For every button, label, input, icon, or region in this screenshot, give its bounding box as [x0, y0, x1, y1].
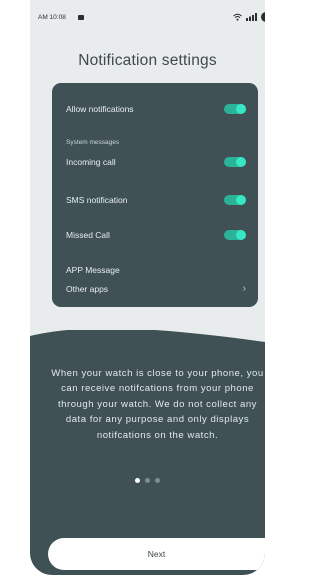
system-messages-label: System messages — [66, 139, 120, 146]
incoming-call-toggle[interactable] — [224, 157, 246, 167]
sms-notification-toggle[interactable] — [224, 195, 246, 205]
allow-notifications-label: Allow notifications — [66, 104, 134, 114]
pagination-dots — [30, 478, 265, 483]
page-title: Notification settings — [78, 52, 217, 69]
chevron-right-icon: › — [242, 283, 246, 294]
pagination-dot-3 — [155, 478, 160, 483]
missed-call-label: Missed Call — [66, 230, 110, 240]
incoming-call-label: Incoming call — [66, 157, 116, 167]
settings-card: Allow notifications System messages Inco… — [52, 83, 258, 307]
allow-notifications-toggle[interactable] — [224, 104, 246, 114]
status-time: AM 10:08 — [38, 13, 66, 21]
phone-screen: AM 10:08 Notification settings Allow not… — [30, 0, 265, 575]
description-text: When your watch is close to your phone, … — [51, 368, 264, 441]
pagination-dot-1 — [135, 478, 140, 483]
wifi-icon — [233, 13, 242, 21]
sms-notification-label: SMS notification — [66, 195, 128, 205]
status-bar: AM 10:08 — [30, 0, 265, 34]
other-apps-label: Other apps — [66, 284, 109, 294]
next-button[interactable]: Next — [48, 538, 265, 570]
app-message-label: APP Message — [66, 265, 120, 275]
signal-icon — [246, 13, 257, 21]
missed-call-toggle[interactable] — [224, 230, 246, 240]
info-panel: When your watch is close to your phone, … — [30, 330, 265, 575]
pagination-dot-2 — [145, 478, 150, 483]
sim-icon — [77, 14, 84, 20]
status-icons — [233, 12, 265, 22]
battery-icon — [261, 12, 265, 22]
